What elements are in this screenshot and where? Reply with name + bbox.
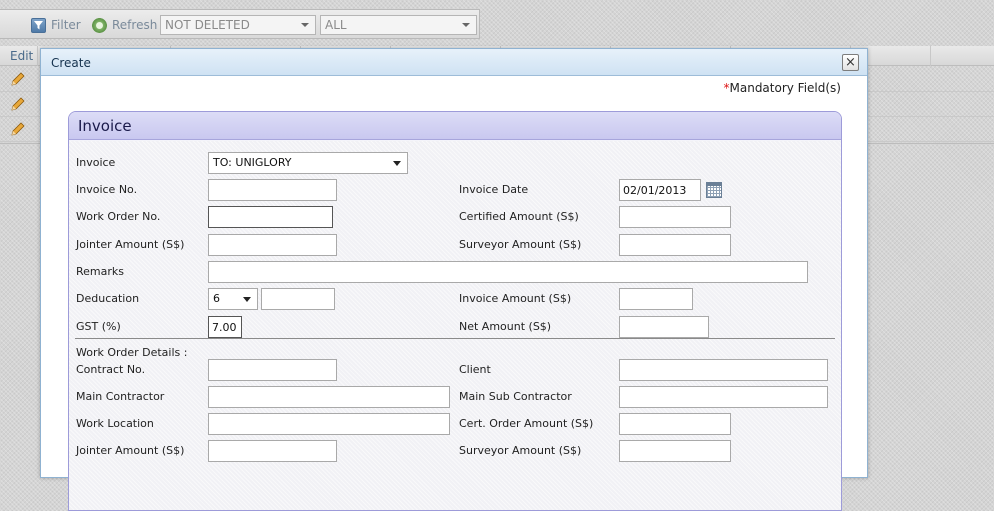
- dialog-title-bar[interactable]: Create ×: [41, 49, 867, 76]
- refresh-button[interactable]: Refresh: [92, 16, 157, 34]
- invoice-label: Invoice: [76, 156, 116, 169]
- contract-no-label: Contract No.: [76, 363, 146, 376]
- main-contractor-label: Main Contractor: [76, 390, 165, 403]
- work-location-label: Work Location: [76, 417, 154, 430]
- main-sub-contractor-label: Main Sub Contractor: [459, 390, 572, 403]
- deduction-input[interactable]: [261, 288, 335, 310]
- panel-title: Invoice: [78, 117, 132, 135]
- status-filter-select[interactable]: NOT DELETED: [160, 15, 316, 35]
- surveyor-amount-input[interactable]: [619, 234, 731, 256]
- gst-label: GST (%): [76, 320, 121, 333]
- work-location-input[interactable]: [208, 413, 450, 435]
- certified-amount-input[interactable]: [619, 206, 731, 228]
- main-contractor-input[interactable]: [208, 386, 450, 408]
- section-divider: [75, 338, 835, 339]
- filter-button[interactable]: Filter: [31, 16, 81, 34]
- work-order-no-label: Work Order No.: [76, 210, 161, 223]
- jointer-amount-label: Jointer Amount (S$): [76, 238, 185, 251]
- create-dialog: Create × *Mandatory Field(s) Invoice Inv…: [40, 48, 868, 511]
- pencil-edit-icon[interactable]: [10, 71, 26, 87]
- net-amount-label: Net Amount (S$): [459, 320, 552, 333]
- deduction-select-value: 6: [213, 292, 220, 305]
- wo-surveyor-amount-input[interactable]: [619, 440, 731, 462]
- jointer-amount-input[interactable]: [208, 234, 337, 256]
- remarks-input[interactable]: [208, 261, 808, 283]
- filter-label: Filter: [51, 18, 81, 32]
- cert-order-amount-input[interactable]: [619, 413, 731, 435]
- contract-no-input[interactable]: [208, 359, 337, 381]
- invoice-recipient-select[interactable]: TO: UNIGLORY: [208, 152, 408, 174]
- scope-filter-value: ALL: [325, 18, 347, 32]
- invoice-no-label: Invoice No.: [76, 183, 138, 196]
- pencil-edit-icon[interactable]: [10, 96, 26, 112]
- invoice-amount-input[interactable]: [619, 288, 693, 310]
- invoice-form: Invoice TO: UNIGLORY Invoice No. Invoice…: [69, 141, 841, 510]
- certified-amount-label: Certified Amount (S$): [459, 210, 579, 223]
- mandatory-note: *Mandatory Field(s): [724, 81, 842, 95]
- scope-filter-select[interactable]: ALL: [320, 15, 477, 35]
- chevron-down-icon: [301, 23, 309, 27]
- invoice-date-input[interactable]: [619, 179, 701, 201]
- dialog-title: Create: [51, 56, 91, 70]
- invoice-amount-label: Invoice Amount (S$): [459, 292, 572, 305]
- invoice-no-input[interactable]: [208, 179, 337, 201]
- mandatory-text: Mandatory Field(s): [729, 81, 842, 95]
- wo-jointer-amount-label: Jointer Amount (S$): [76, 444, 185, 457]
- refresh-label: Refresh: [112, 18, 158, 32]
- status-filter-value: NOT DELETED: [165, 18, 250, 32]
- calendar-icon[interactable]: [706, 182, 722, 198]
- toolbar: Filter Refresh NOT DELETED ALL: [0, 9, 480, 39]
- gst-input[interactable]: [208, 316, 242, 338]
- chevron-down-icon: [462, 23, 470, 27]
- main-sub-contractor-input[interactable]: [619, 386, 828, 408]
- wo-jointer-amount-input[interactable]: [208, 440, 337, 462]
- filter-icon: [31, 17, 46, 33]
- client-label: Client: [459, 363, 491, 376]
- chevron-down-icon: [393, 161, 401, 166]
- close-button[interactable]: ×: [842, 54, 859, 71]
- refresh-icon: [92, 17, 107, 33]
- invoice-recipient-value: TO: UNIGLORY: [213, 156, 292, 169]
- invoice-panel-header: Invoice: [69, 112, 841, 140]
- net-amount-input[interactable]: [619, 316, 709, 338]
- surveyor-amount-label: Surveyor Amount (S$): [459, 238, 582, 251]
- work-order-section-title: Work Order Details :: [76, 346, 188, 359]
- wo-surveyor-amount-label: Surveyor Amount (S$): [459, 444, 582, 457]
- close-icon: ×: [845, 55, 856, 70]
- remarks-label: Remarks: [76, 265, 124, 278]
- deduction-label: Deducation: [76, 292, 140, 305]
- invoice-panel: Invoice Invoice TO: UNIGLORY Invoice No.…: [68, 111, 842, 511]
- chevron-down-icon: [243, 297, 251, 302]
- pencil-edit-icon[interactable]: [10, 121, 26, 137]
- invoice-date-label: Invoice Date: [459, 183, 529, 196]
- deduction-select[interactable]: 6: [208, 288, 258, 310]
- work-order-no-input[interactable]: [208, 206, 333, 228]
- client-input[interactable]: [619, 359, 828, 381]
- cert-order-amount-label: Cert. Order Amount (S$): [459, 417, 594, 430]
